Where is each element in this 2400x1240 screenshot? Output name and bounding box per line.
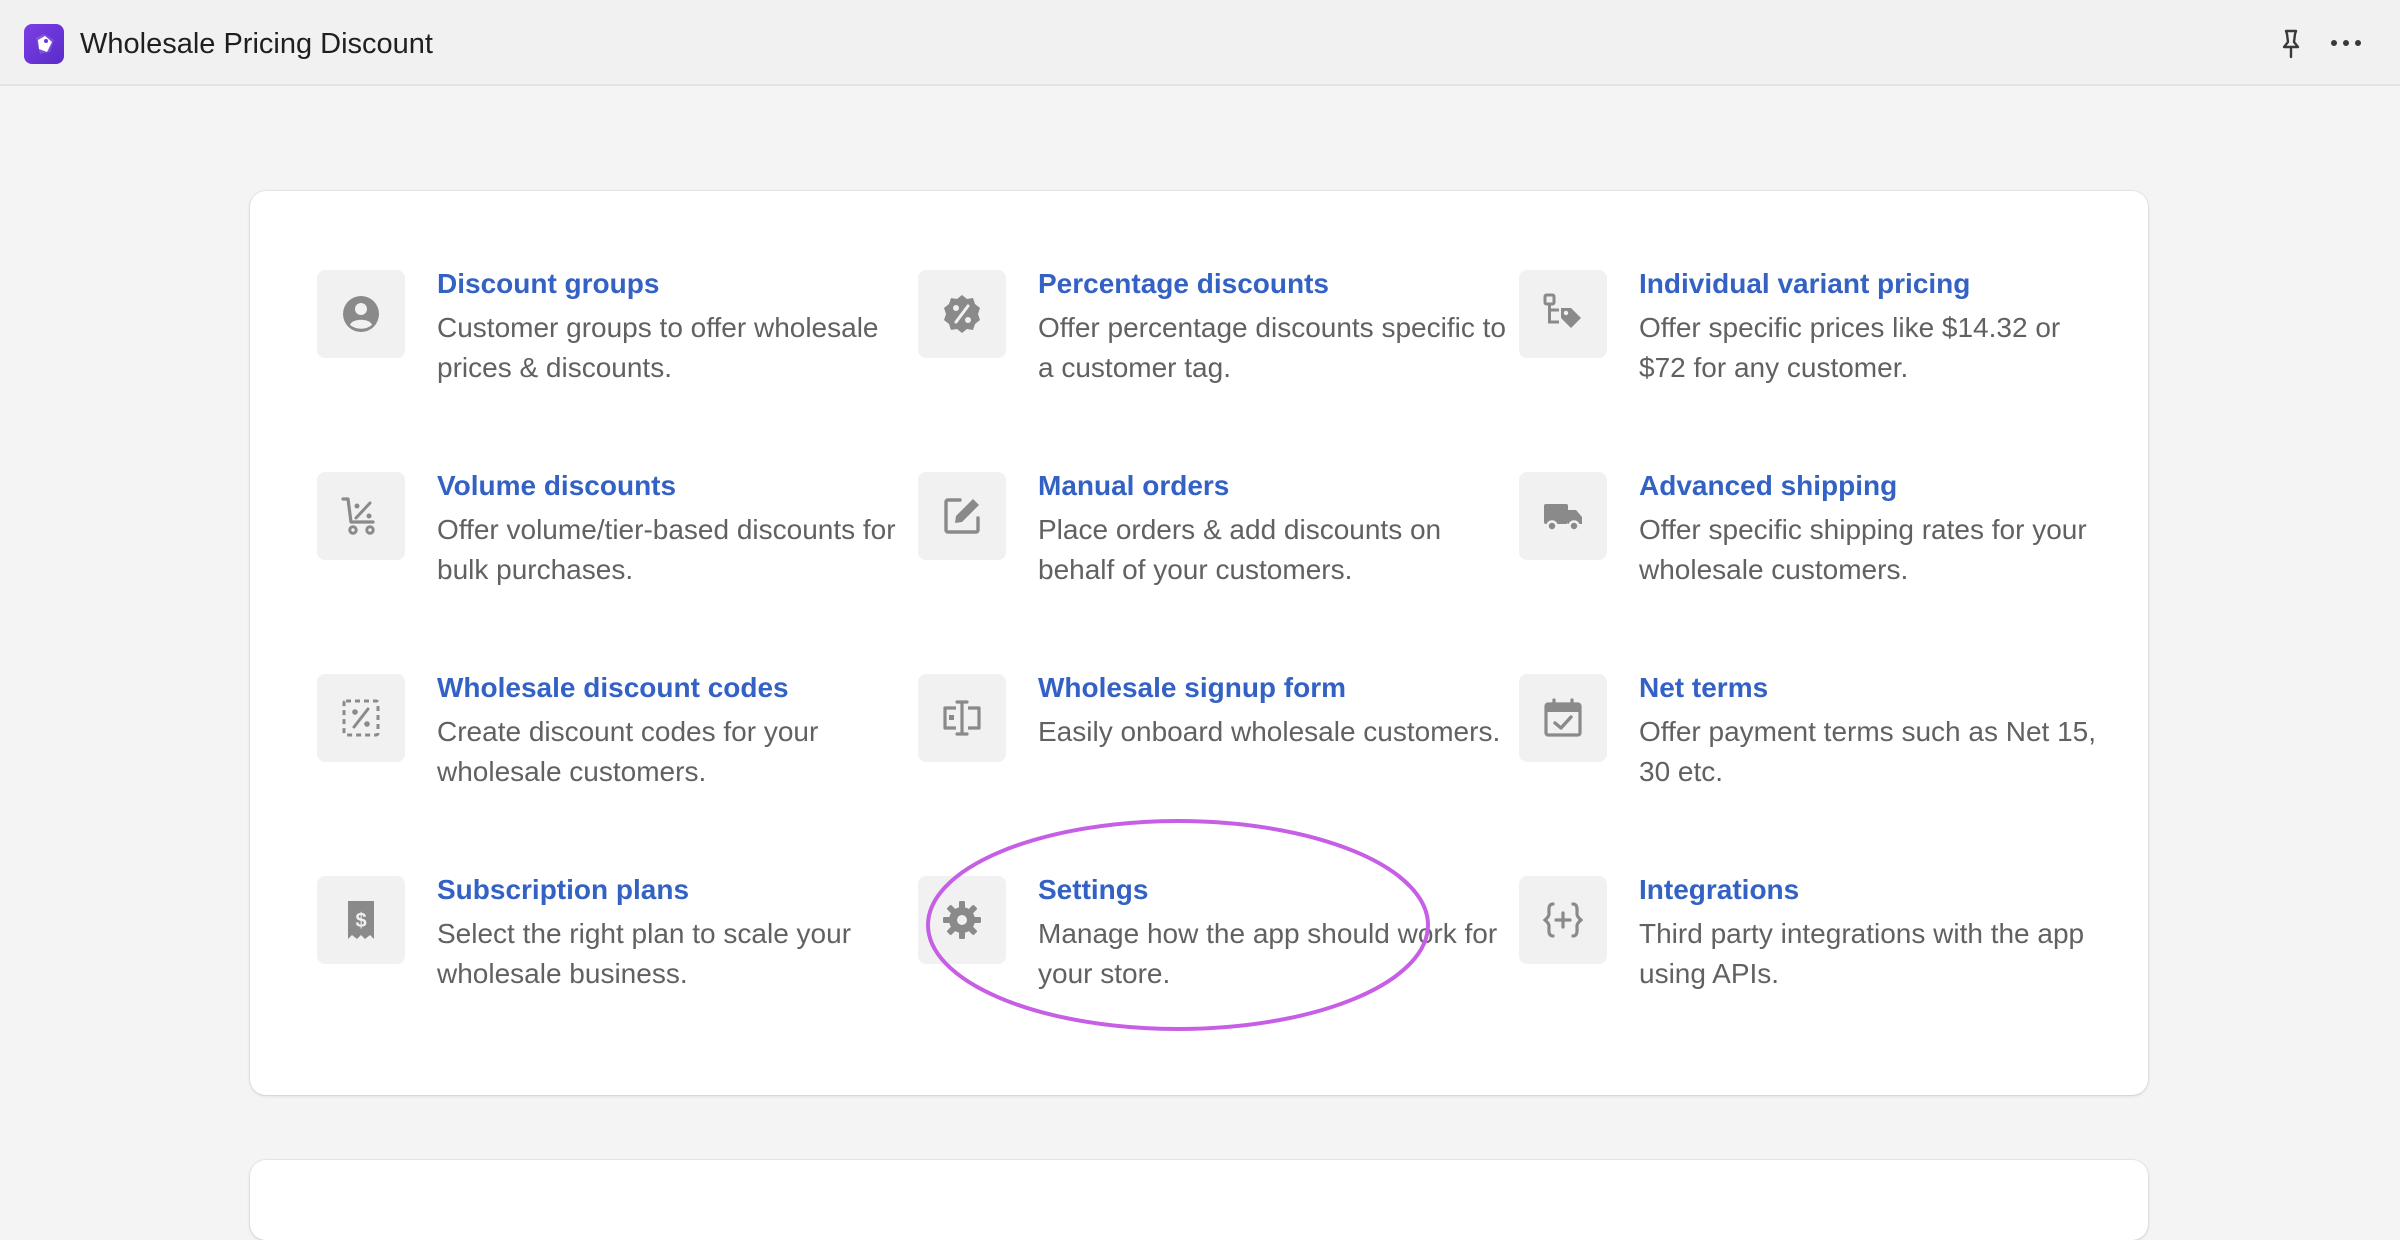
feature-title[interactable]: Advanced shipping [1639,468,1897,504]
feature-icon-box [918,876,1006,964]
feature-title[interactable]: Settings [1038,872,1148,908]
app-header: Wholesale Pricing Discount [0,0,2400,86]
cart-discount-icon [341,497,375,535]
code-braces-icon [1542,902,1584,938]
signup-form-icon [943,700,981,736]
feature-description: Easily onboard wholesale customers. [1038,716,1501,747]
feature-description: Offer percentage discounts specific to a… [1038,312,1506,383]
receipt-dollar-icon: $ [348,901,374,939]
feature-icon-box [918,270,1006,358]
feature-description: Create discount codes for your wholesale… [437,716,819,787]
feature-title[interactable]: Discount groups [437,266,659,302]
feature-icon-box [1519,876,1607,964]
variant-tag-icon [1543,293,1581,328]
feature-title[interactable]: Net terms [1639,670,1768,706]
feature-description: Place orders & add discounts on behalf o… [1038,514,1442,585]
feature-discount-groups[interactable]: Discount groups Customer groups to offer… [317,268,897,430]
feature-settings[interactable]: Settings Manage how the app should work … [918,874,1498,1036]
more-options-icon[interactable] [2330,36,2362,50]
feature-title[interactable]: Percentage discounts [1038,266,1329,302]
feature-manual-orders[interactable]: Manual orders Place orders & add discoun… [918,470,1498,632]
feature-wholesale-discount-codes[interactable]: Wholesale discount codes Create discount… [317,672,897,834]
feature-subscription-plans[interactable]: $ Subscription plans Select the right pl… [317,874,897,1036]
feature-description: Customer groups to offer wholesale price… [437,312,879,383]
feature-title[interactable]: Subscription plans [437,872,689,908]
feature-icon-box [1519,270,1607,358]
feature-net-terms[interactable]: Net terms Offer payment terms such as Ne… [1519,672,2099,834]
features-card: Discount groups Customer groups to offer… [250,191,2148,1095]
feature-icon-box [317,270,405,358]
feature-icon-box [918,674,1006,762]
truck-icon [1544,504,1582,532]
feature-icon-box [317,472,405,560]
feature-title[interactable]: Wholesale signup form [1038,670,1346,706]
feature-description: Offer specific shipping rates for your w… [1639,514,2087,585]
feature-icon-box: $ [317,876,405,964]
user-circle-icon [343,296,379,332]
svg-text:$: $ [355,910,366,932]
feature-title[interactable]: Individual variant pricing [1639,266,1970,302]
feature-description: Select the right plan to scale your whol… [437,918,852,989]
feature-description: Offer specific prices like $14.32 or $72… [1639,312,2061,383]
feature-icon-box [317,674,405,762]
app-logo-icon [24,24,64,64]
gear-icon [943,901,981,939]
feature-wholesale-signup-form[interactable]: Wholesale signup form Easily onboard who… [918,672,1500,834]
percent-badge-icon [944,295,980,333]
edit-order-icon [944,498,980,534]
feature-title[interactable]: Integrations [1639,872,1799,908]
feature-advanced-shipping[interactable]: Advanced shipping Offer specific shippin… [1519,470,2099,632]
feature-percentage-discounts[interactable]: Percentage discounts Offer percentage di… [918,268,1506,430]
feature-icon-box [1519,472,1607,560]
pin-icon[interactable] [2276,28,2306,60]
feature-description: Manage how the app should work for your … [1038,918,1498,989]
feature-description: Offer payment terms such as Net 15, 30 e… [1639,716,2097,787]
feature-description: Offer volume/tier-based discounts for bu… [437,514,896,585]
feature-icon-box [1519,674,1607,762]
app-title: Wholesale Pricing Discount [80,28,433,60]
feature-title[interactable]: Manual orders [1038,468,1229,504]
secondary-card [250,1160,2148,1240]
feature-description: Third party integrations with the app us… [1639,918,2085,989]
feature-individual-variant-pricing[interactable]: Individual variant pricing Offer specifi… [1519,268,2099,430]
feature-icon-box [918,472,1006,560]
feature-volume-discounts[interactable]: Volume discounts Offer volume/tier-based… [317,470,897,632]
calendar-check-icon [1544,698,1582,737]
feature-title[interactable]: Volume discounts [437,468,676,504]
discount-code-icon [342,699,380,737]
feature-title[interactable]: Wholesale discount codes [437,670,789,706]
feature-integrations[interactable]: Integrations Third party integrations wi… [1519,874,2099,1036]
